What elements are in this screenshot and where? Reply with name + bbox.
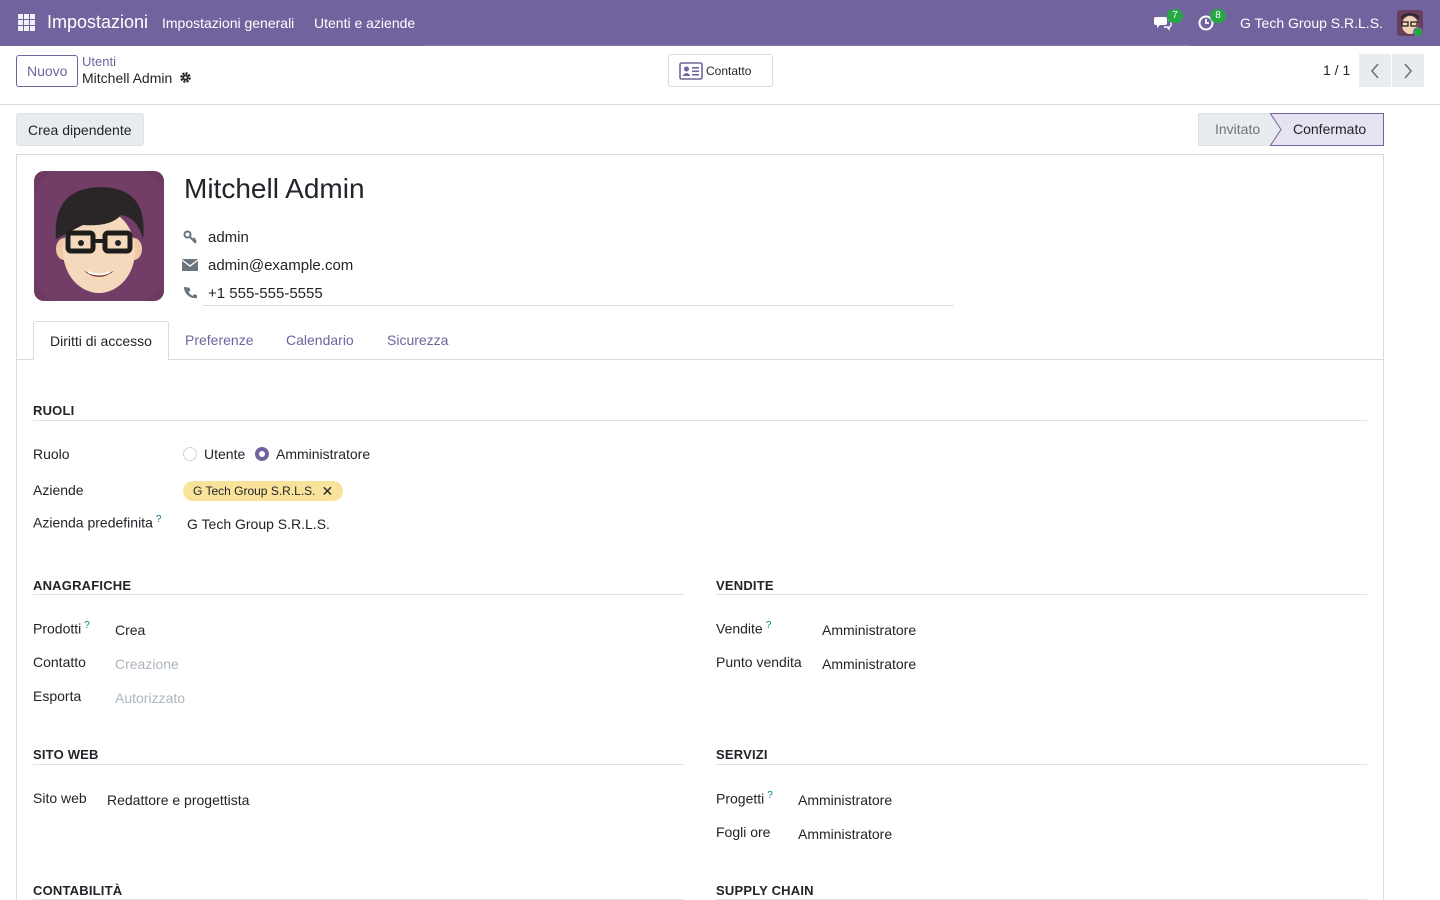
company-tag: G Tech Group S.R.L.S. ✕ [183,481,344,501]
role-option-user[interactable]: Utente [183,446,245,462]
user-photo[interactable] [34,171,164,301]
tab-preferences[interactable]: Preferenze [169,321,269,360]
group-divider [716,594,1367,595]
contact-smart-button-label: Contatto [706,63,752,78]
stage-invited[interactable]: Invitato [1198,113,1270,146]
group-title-supply-chain: SUPPLY CHAIN [716,883,814,898]
activities-icon[interactable]: 8 [1197,9,1226,33]
envelope-icon [182,257,198,273]
help-icon[interactable]: ? [766,620,772,631]
pager-previous-button[interactable] [1359,54,1391,87]
phone-icon [182,285,198,301]
menu-general-settings[interactable]: Impostazioni generali [162,15,294,31]
phone-field-underline [203,305,954,306]
pos-value[interactable]: Amministratore [822,656,916,672]
main-navbar: Impostazioni Impostazioni generali Utent… [0,0,1440,46]
group-title-website: SITO WEB [33,747,99,762]
products-label: Prodotti? [33,620,90,637]
sales-value[interactable]: Amministratore [822,622,916,638]
companies-label: Aziende [33,482,84,498]
products-value[interactable]: Crea [115,622,145,638]
new-button[interactable]: Nuovo [16,55,79,87]
role-option-user-label: Utente [204,446,246,462]
group-divider [33,420,1367,421]
activities-badge: 8 [1210,9,1226,23]
record-title[interactable]: Mitchell Admin [184,173,365,205]
avatar-illustration-icon [34,171,164,301]
messages-badge: 7 [1167,9,1183,23]
online-status-dot [1413,27,1423,37]
export-label: Esporta [33,688,82,704]
website-value[interactable]: Redattore e progettista [107,792,249,808]
stage-arrow-icon [1270,113,1282,146]
phone-row: +1 555-555-5555 [182,282,323,304]
pos-label: Punto vendita [716,654,802,670]
website-label: Sito web [33,790,87,806]
help-icon[interactable]: ? [156,514,162,525]
role-option-admin[interactable]: Amministratore [255,446,370,462]
tab-access-rights[interactable]: Diritti di accesso [33,321,169,361]
app-title[interactable]: Impostazioni [47,12,148,33]
login-row: admin [182,226,249,248]
pager-value[interactable]: 1 / 1 [1323,62,1350,78]
help-icon[interactable]: ? [767,790,773,801]
pager-next-button[interactable] [1392,54,1424,87]
gear-icon[interactable] [179,71,192,84]
timesheets-label: Fogli ore [716,824,771,840]
company-tag-label: G Tech Group S.R.L.S. [193,484,316,498]
group-title-sales: VENDITE [716,578,774,593]
group-title-services: SERVIZI [716,747,768,762]
export-value[interactable]: Autorizzato [115,690,185,706]
tab-calendar[interactable]: Calendario [270,321,370,360]
status-bar: Invitato Confermato [1198,113,1384,146]
contact-card-icon [679,61,703,80]
group-title-roles: RUOLI [33,403,75,418]
email-row: admin@example.com [182,254,353,276]
contact-smart-button[interactable]: Contatto [668,54,773,87]
company-switcher[interactable]: G Tech Group S.R.L.S. [1240,15,1383,31]
app-menu-icon[interactable] [18,14,35,31]
breadcrumb-current: Mitchell Admin [82,70,173,86]
projects-label-text: Progetti [716,790,765,807]
phone-value[interactable]: +1 555-555-5555 [208,285,323,302]
group-divider [33,594,684,595]
sales-label-text: Vendite [716,620,763,637]
key-icon [182,229,198,245]
sales-label: Vendite? [716,620,771,637]
menu-users-companies[interactable]: Utenti e aziende [314,15,415,31]
stage-confirmed[interactable]: Confermato [1270,113,1384,146]
products-label-text: Prodotti [33,620,82,637]
help-icon[interactable]: ? [84,620,90,631]
notebook-tabs: Diritti di accesso Preferenze Calendario… [17,321,1383,361]
role-label: Ruolo [33,446,70,462]
projects-value[interactable]: Amministratore [798,792,892,808]
messages-icon[interactable]: 7 [1154,9,1183,33]
projects-label: Progetti? [716,790,773,807]
radio-admin[interactable] [255,447,269,461]
chevron-right-icon [1404,62,1413,79]
role-option-admin-label: Amministratore [276,446,371,462]
control-panel: Nuovo Utenti Mitchell Admin Contatto 1 /… [0,46,1440,105]
timesheets-value[interactable]: Amministratore [798,826,892,842]
create-employee-button[interactable]: Crea dipendente [16,113,144,146]
default-company-label-text: Azienda predefinita [33,514,153,531]
chevron-left-icon [1370,62,1379,79]
breadcrumb-parent[interactable]: Utenti [82,54,116,69]
default-company-label: Azienda predefinita? [33,514,161,531]
default-company-value[interactable]: G Tech Group S.R.L.S. [187,516,330,532]
group-title-master-data: ANAGRAFICHE [33,578,132,593]
contact-label: Contatto [33,654,86,670]
group-divider [33,764,684,765]
remove-tag-icon[interactable]: ✕ [322,481,334,501]
group-divider [716,764,1367,765]
group-title-accounting: CONTABILITÀ [33,883,123,898]
radio-user[interactable] [183,447,197,461]
tab-security[interactable]: Sicurezza [371,321,464,360]
contact-value[interactable]: Creazione [115,656,179,672]
form-sheet: Mitchell Admin admin admin@example.com +… [16,154,1384,900]
login-value[interactable]: admin [208,229,249,246]
email-value[interactable]: admin@example.com [208,257,353,274]
